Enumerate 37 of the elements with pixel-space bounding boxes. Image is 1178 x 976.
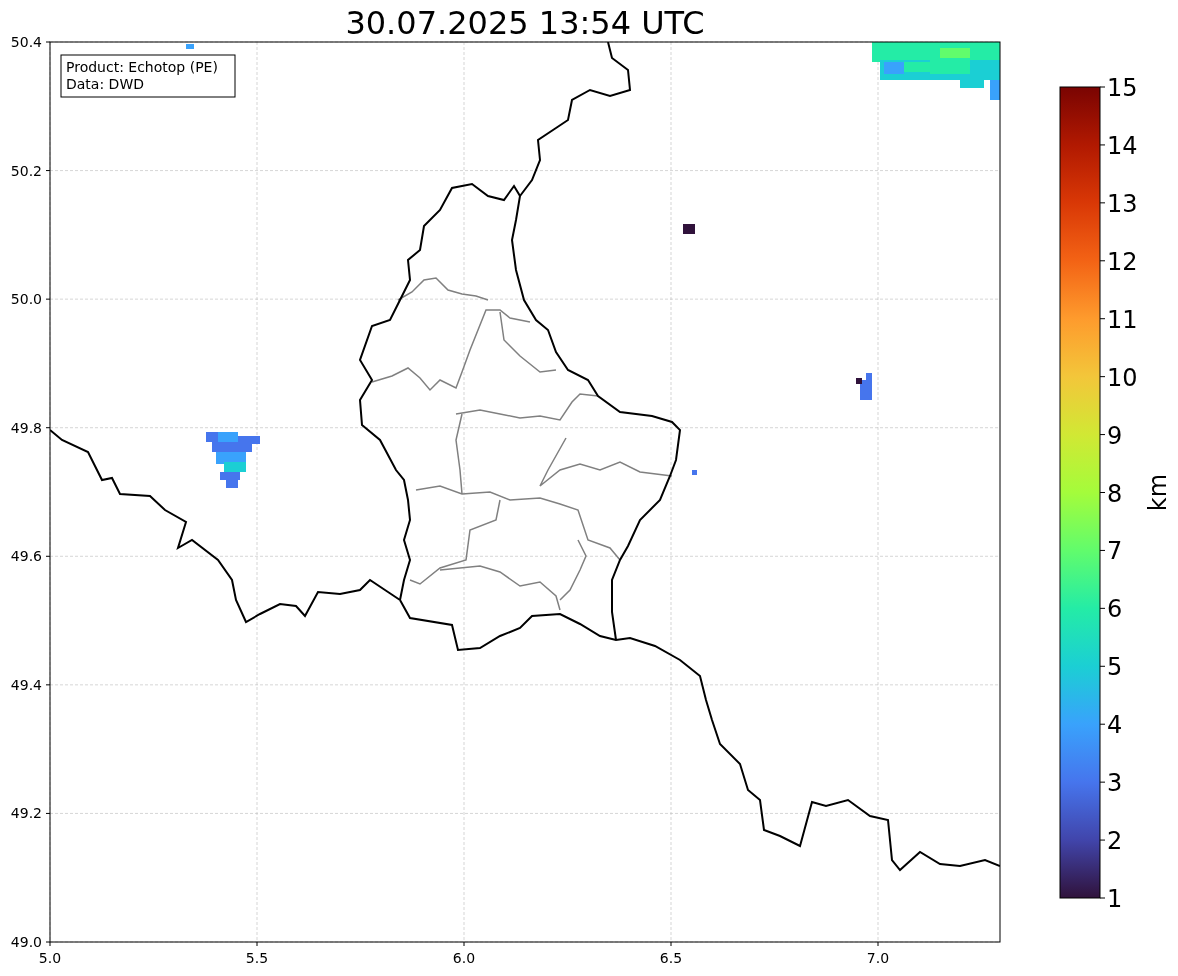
radar-echo	[206, 432, 260, 488]
axis-tick-label: 49.4	[10, 676, 42, 693]
radar-echo	[186, 44, 194, 49]
chart-title: 30.07.2025 13:54 UTC	[345, 4, 705, 42]
axis-tick-label: 5.0	[38, 950, 62, 966]
colorbar-tick-label: 14	[1107, 131, 1138, 160]
colorbar-label: km	[1144, 473, 1172, 512]
colorbar-tick-label: 7	[1107, 537, 1123, 566]
colorbar-tick-label: 13	[1107, 189, 1138, 218]
axis-tick-label: 50.2	[10, 162, 42, 179]
axis-tick-label: 5.5	[245, 950, 269, 966]
axis-tick-label: 49.0	[10, 934, 42, 950]
axis-tick-label: 49.2	[10, 805, 42, 822]
colorbar-tick-label: 15	[1107, 74, 1138, 102]
axis-tick-label: 6.0	[452, 950, 476, 966]
radar-echo	[856, 373, 872, 400]
axis-tick-label: 50.4	[10, 34, 42, 50]
axis-tick-label: 6.5	[659, 950, 683, 966]
info-text: Data: DWD	[66, 76, 144, 92]
radar-echo	[692, 470, 697, 475]
colorbar-tick-label: 8	[1107, 479, 1123, 508]
colorbar-tick-label: 2	[1107, 827, 1123, 856]
axis-tick-label: 49.8	[10, 419, 42, 436]
colorbar-tick-label: 6	[1107, 595, 1123, 624]
colorbar-tick-label: 5	[1107, 653, 1123, 682]
colorbar-tick-label: 4	[1107, 711, 1123, 740]
colorbar-tick-label: 9	[1107, 421, 1123, 450]
colorbar-tick-label: 1	[1107, 885, 1123, 913]
colorbar-tick-label: 11	[1107, 305, 1138, 334]
colorbar-tick-label: 12	[1107, 247, 1138, 276]
axis-tick-label: 50.0	[10, 291, 42, 308]
info-text: Product: Echotop (PE)	[66, 59, 218, 75]
axis-tick-label: 7.0	[866, 950, 890, 966]
colorbar-tick-label: 10	[1107, 363, 1138, 392]
axis-tick-label: 49.6	[10, 548, 42, 565]
colorbar-tick-label: 3	[1107, 769, 1123, 798]
radar-echo	[683, 224, 695, 234]
